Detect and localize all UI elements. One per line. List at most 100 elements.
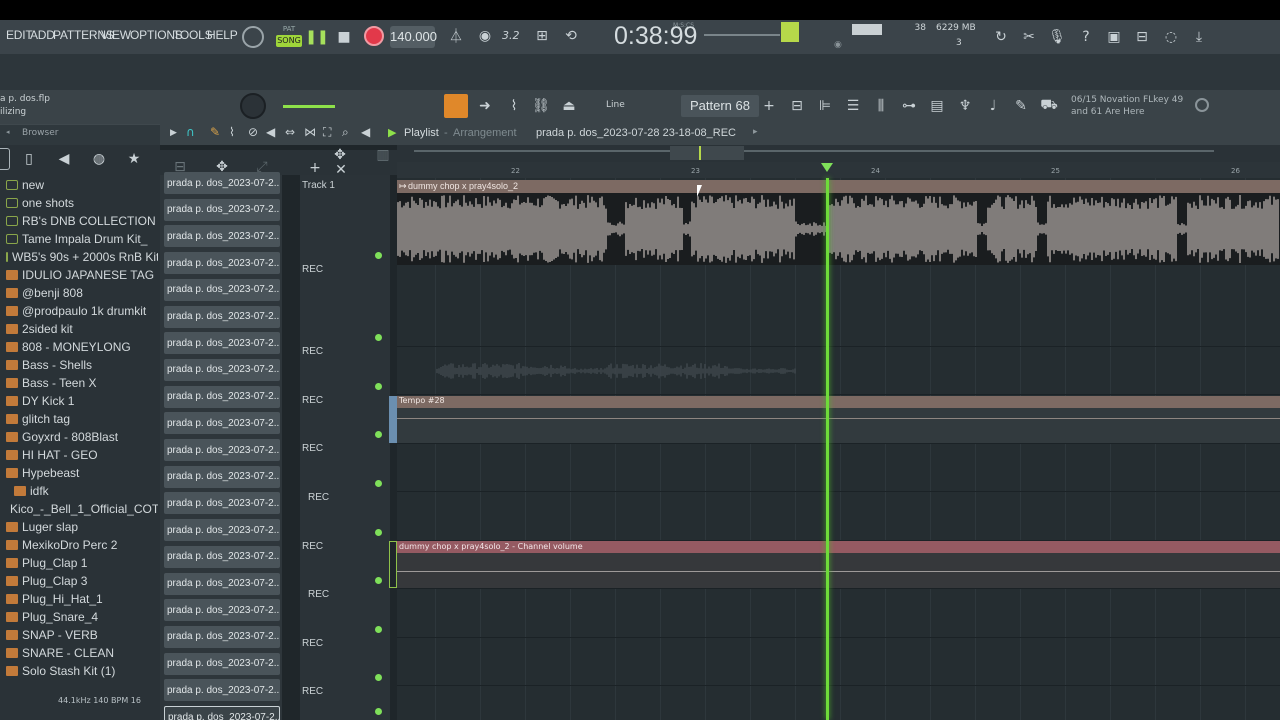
clip-source-button[interactable]: prada p. dos_2023-07-2.. (164, 225, 280, 248)
track-header-label[interactable]: REC (302, 638, 390, 649)
pause-icon[interactable]: ❚❚ (305, 27, 328, 47)
snap-select[interactable]: Line (606, 100, 646, 110)
browser-item[interactable]: idfk (0, 482, 158, 500)
wait-input-icon[interactable]: ◉ (474, 26, 496, 46)
magnet-icon[interactable]: ∩ (186, 125, 195, 139)
clip-source-button[interactable]: prada p. dos_2023-07-2.. (164, 599, 280, 622)
track-header-label[interactable]: REC (308, 492, 396, 503)
track-enable-led[interactable] (375, 480, 382, 487)
clip-source-button[interactable]: prada p. dos_2023-07-2.. (164, 492, 280, 515)
mixer-icon[interactable]: ⫼ (870, 95, 892, 117)
eye-icon[interactable]: ◉ (834, 40, 844, 50)
browser-icon[interactable]: ☰ (842, 95, 864, 117)
tuner-icon[interactable]: ♩ (982, 95, 1004, 117)
pattern-selector[interactable]: Pattern 68 (681, 95, 759, 117)
browser-item[interactable]: @benji 808 (0, 284, 158, 302)
speaker-icon[interactable]: ◀ (55, 150, 73, 168)
help-icon[interactable]: ? (1075, 26, 1097, 48)
track-enable-led[interactable] (375, 252, 382, 259)
browser-item[interactable]: new (0, 176, 158, 194)
track-enable-led[interactable] (375, 529, 382, 536)
slip-icon[interactable]: ⇔ (285, 125, 295, 139)
playlist-name[interactable]: prada p. dos_2023-07-28 23-18-08_REC (536, 127, 736, 139)
undo-icon[interactable]: ↻ (990, 26, 1012, 48)
track-header-label[interactable]: REC (308, 589, 396, 600)
main-volume-knob[interactable] (240, 93, 266, 119)
track-header-label[interactable]: Track 1 (302, 180, 390, 191)
star-icon[interactable]: ★ (125, 150, 143, 168)
clip-source-button[interactable]: prada p. dos_2023-07-2.. (164, 652, 280, 675)
browser-item[interactable]: glitch tag (0, 410, 158, 428)
track-enable-led[interactable] (375, 577, 382, 584)
plugin-icon[interactable]: ⊶ (898, 95, 920, 117)
microphone-icon[interactable]: 🎙 (1046, 26, 1068, 48)
zoom-icon[interactable]: ⌕ (342, 125, 349, 140)
slice-icon[interactable]: ⋈ (304, 125, 316, 139)
clip-source-button[interactable]: prada p. dos_2023-07-2.. (164, 439, 280, 461)
mute-icon[interactable]: ✎ (1010, 95, 1032, 117)
master-knob-icon[interactable] (242, 26, 264, 48)
paint-icon[interactable]: ⌇ (229, 125, 235, 139)
menu-edit[interactable]: EDIT (6, 28, 33, 42)
clip-source-button[interactable]: prada p. dos_2023-07-2.. (164, 625, 280, 648)
tempo-display[interactable]: 140.000 (390, 26, 437, 48)
loop-record-icon[interactable]: ⟲ (560, 26, 582, 46)
browser-item[interactable]: IDULIO JAPANESE TAG (0, 266, 158, 284)
playhead-marker[interactable] (821, 163, 833, 172)
clip-source-button[interactable]: prada p. dos_2023-07-2.. (164, 572, 280, 595)
playlist-play-icon[interactable]: ▶ (388, 126, 396, 139)
tempo-clip-header[interactable] (397, 396, 1280, 408)
clip-source-button[interactable]: prada p. dos_2023-07-2.. (164, 706, 280, 720)
picker-icon[interactable]: ♆ (954, 95, 976, 117)
song-mode-button[interactable]: SONG (276, 35, 302, 47)
track-enable-led[interactable] (375, 431, 382, 438)
clip-source-button[interactable]: prada p. dos_2023-07-2.. (164, 305, 280, 328)
channel-rack-icon[interactable]: ⊟ (786, 95, 808, 117)
tempo-clip-body[interactable] (397, 408, 1280, 443)
browser-item[interactable]: SNARE - CLEAN (0, 644, 158, 662)
track-enable-led[interactable] (375, 334, 382, 341)
browser-item[interactable]: MexikoDro Perc 2 (0, 536, 158, 554)
browser-item[interactable]: Bass - Teen X (0, 374, 158, 392)
grid-icon[interactable]: ▥ (376, 147, 390, 163)
browser-item[interactable]: Goyxrd - 808Blast (0, 428, 158, 446)
track-header-label[interactable]: REC (302, 395, 390, 406)
browser-item[interactable]: SNAP - VERB (0, 626, 158, 644)
timeline-ruler[interactable] (397, 162, 1280, 178)
shop-icon[interactable]: ⛟ (1038, 95, 1060, 117)
save-icon[interactable]: ▣ (1103, 26, 1125, 48)
browser-item[interactable]: Bass - Shells (0, 356, 158, 374)
browser-item[interactable]: Plug_Clap 1 (0, 554, 158, 572)
browser-item[interactable]: Luger slap (0, 518, 158, 536)
clip-source-button[interactable]: prada p. dos_2023-07-2.. (164, 252, 280, 275)
stop-icon[interactable]: ■ (334, 27, 354, 47)
browser-item[interactable]: WB5's 90s + 2000s RnB Kit (0, 248, 158, 266)
menu-view[interactable]: VIEW (101, 28, 131, 42)
playlist-window-icon[interactable] (444, 94, 468, 118)
record-button[interactable] (364, 26, 384, 46)
cut-tools-icon[interactable]: ✂ (1018, 26, 1040, 48)
browser-item[interactable]: 808 - MONEYLONG (0, 338, 158, 356)
browser-item[interactable]: Plug_Snare_4 (0, 608, 158, 626)
file-icon[interactable]: ▯ (20, 150, 38, 168)
playback-icon[interactable]: ◀ (361, 125, 370, 139)
select-icon[interactable]: ⛶ (323, 125, 331, 140)
clip-source-button[interactable]: prada p. dos_2023-07-2.. (164, 278, 280, 301)
brush-icon[interactable]: ⌇ (503, 95, 525, 117)
audio-clip-body[interactable] (397, 193, 1280, 265)
browser-collapse-button[interactable] (0, 148, 10, 170)
menu-add[interactable]: ADD (30, 28, 55, 42)
mute-tool-icon[interactable]: ◀ (266, 125, 275, 139)
audio-clip-header[interactable] (397, 180, 1280, 193)
overview-scroll-handle[interactable] (670, 146, 744, 160)
metronome-icon[interactable]: ⏃ (446, 26, 466, 46)
track-enable-led[interactable] (375, 708, 382, 715)
browser-item[interactable]: RB's DNB COLLECTION (0, 212, 158, 230)
clip-source-button[interactable]: prada p. dos_2023-07-2.. (164, 679, 280, 702)
clip-source-button[interactable]: prada p. dos_2023-07-2.. (164, 172, 280, 194)
browser-item[interactable]: Hypebeast (0, 464, 158, 482)
browser-item[interactable]: 2sided kit (0, 320, 158, 338)
piano-roll-icon[interactable]: ⊫ (814, 95, 836, 117)
globe-icon[interactable]: ◍ (90, 150, 108, 168)
browser-item[interactable]: Plug_Clap 3 (0, 572, 158, 590)
